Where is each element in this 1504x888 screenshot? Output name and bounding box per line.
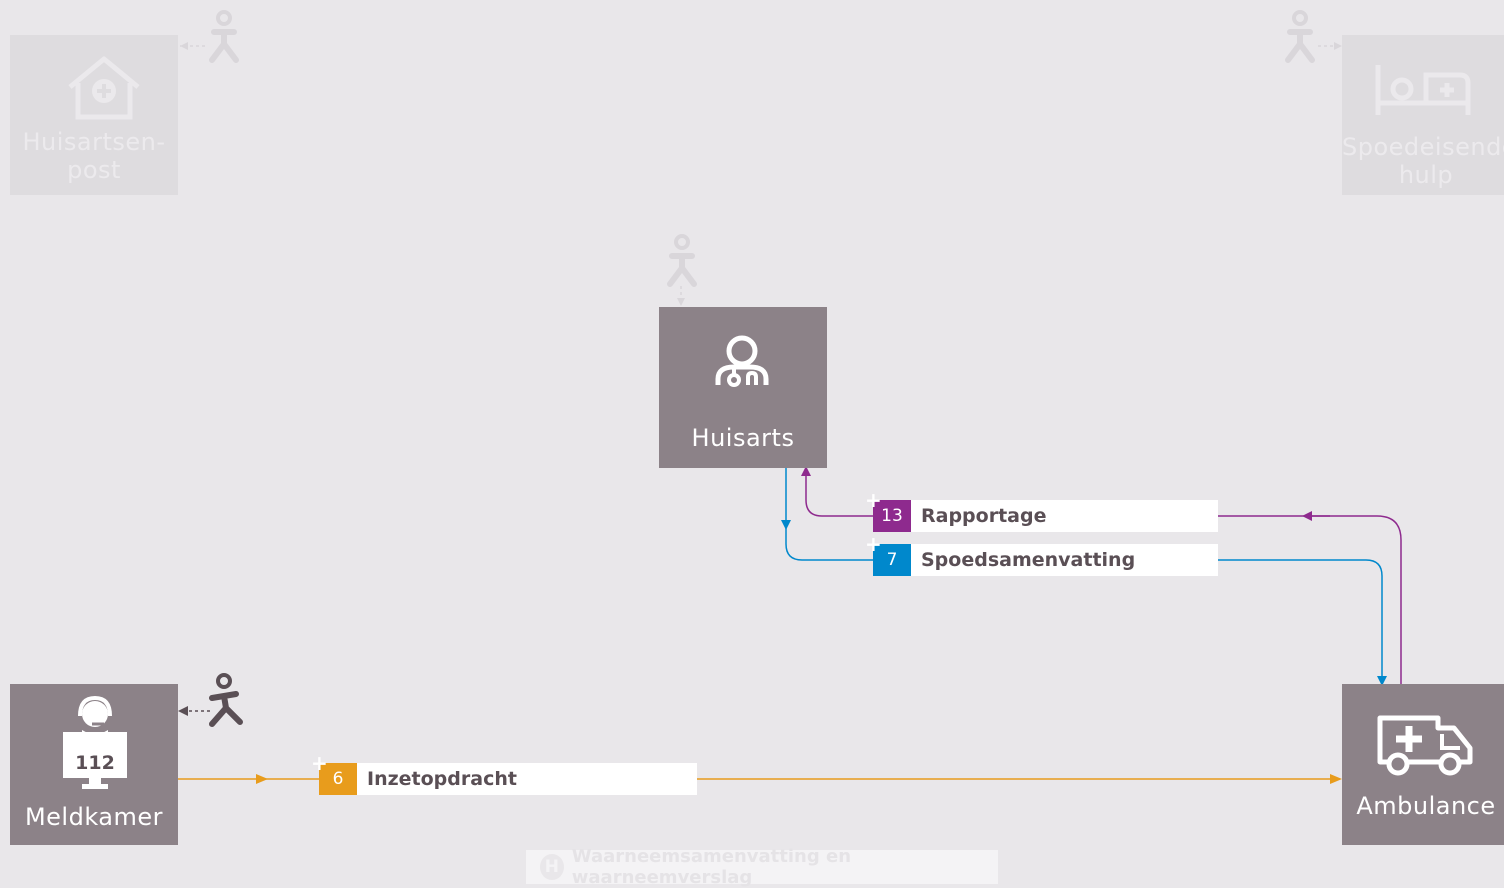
- message-label: Inzetopdracht: [367, 768, 517, 790]
- message-number-badge: + 6: [311, 753, 357, 795]
- patient-faded-icon: [1285, 10, 1315, 63]
- plus-icon: +: [311, 751, 328, 775]
- meldkamer-label: Meldkamer: [24, 803, 164, 831]
- message-inzetopdracht[interactable]: + 6 Inzetopdracht: [311, 753, 697, 795]
- message-number: 13: [881, 506, 903, 526]
- huisartsenpost-label-1: Huisartsen-: [22, 128, 166, 156]
- patient-faded-icon: [667, 234, 697, 287]
- huisarts-node[interactable]: Huisarts: [659, 307, 827, 468]
- ambulance-label: Ambulance: [1356, 792, 1496, 820]
- plus-icon: +: [865, 488, 882, 512]
- message-label: Spoedsamenvatting: [921, 549, 1136, 571]
- message-number: 7: [886, 550, 898, 570]
- ambulance-node[interactable]: Ambulance: [1342, 684, 1504, 845]
- message-spoedsamenvatting[interactable]: + 7 Spoedsamenvatting: [865, 534, 1218, 576]
- patient-active-icon: [209, 673, 243, 727]
- plus-icon: +: [865, 532, 882, 556]
- message-rapportage[interactable]: + 13 Rapportage: [865, 490, 1218, 532]
- doctor-icon: [715, 335, 769, 387]
- huisartsenpost-label-2: post: [67, 156, 121, 184]
- message-number-badge: + 7: [865, 534, 911, 576]
- operator-headset-icon: [63, 695, 127, 789]
- message-label: Rapportage: [921, 505, 1047, 527]
- message-number-badge: + 13: [865, 490, 911, 532]
- house-plus-icon: [68, 56, 140, 120]
- meldkamer-screen-text: 112: [75, 752, 115, 774]
- spoedeisende-hulp-node: Spoedeisende hulp: [1342, 35, 1504, 195]
- spoedeisende-hulp-label-1: Spoedeisende: [1342, 133, 1504, 161]
- hospital-bed-icon: [1375, 65, 1471, 115]
- rapportage-line: [1218, 515, 1402, 684]
- spoedeisende-hulp-label-2: hulp: [1398, 161, 1454, 189]
- badge-letter: H: [540, 854, 564, 880]
- message-number: 6: [332, 769, 344, 789]
- waarneem-label: Waarneemsamenvatting en waarneemverslag: [571, 846, 852, 888]
- meldkamer-node[interactable]: 112 Meldkamer: [10, 684, 178, 845]
- huisarts-label: Huisarts: [691, 424, 795, 452]
- patient-faded-icon: [209, 10, 239, 63]
- ambulance-icon: [1377, 715, 1473, 776]
- waarneem-badge: H Waarneemsamenvatting en waarneemversla…: [526, 846, 998, 888]
- huisartsenpost-node: Huisartsen- post: [10, 35, 178, 195]
